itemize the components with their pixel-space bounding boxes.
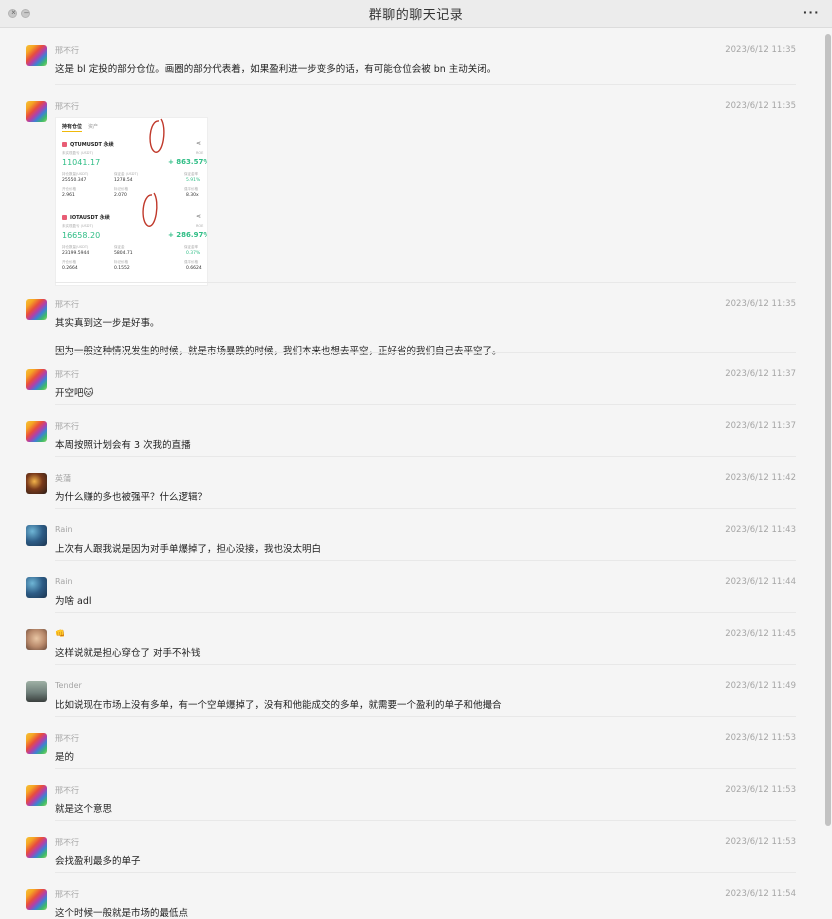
chat-message: 邢不行2023/6/12 11:35其实真到这一步是好事。因为一般这种情况发生的… xyxy=(26,283,796,357)
chat-history-window: × – 群聊的聊天记录 ··· 邢不行 2023/6/12 11:35 这是 bl … xyxy=(0,0,832,919)
sender-name: 邢不行 xyxy=(55,786,79,795)
chat-message: Rain 2023/6/12 11:43 上次有人跟我说是因为对手单爆掉了，担心没接… xyxy=(26,509,796,561)
chat-message: 邢不行 2023/6/12 11:37 开空吧🐱 xyxy=(26,353,796,405)
message-text: 其实真到这一步是好事。 xyxy=(55,318,160,329)
avatar[interactable] xyxy=(26,369,47,390)
sender-name: 邢不行 xyxy=(55,300,79,309)
message-timestamp: 2023/6/12 11:49 xyxy=(725,681,796,691)
message-list[interactable]: 邢不行 2023/6/12 11:35 这是 bl 定投的部分仓位。画圈的部分代表着… xyxy=(0,29,822,919)
message-text: 这样说就是担心穿仓了 对手不补钱 xyxy=(55,648,201,659)
sender-name: 邢不行 xyxy=(55,422,79,431)
message-timestamp: 2023/6/12 11:54 xyxy=(725,889,796,899)
scrollbar[interactable] xyxy=(825,34,831,826)
red-circle-mark xyxy=(142,192,158,227)
message-timestamp: 2023/6/12 11:53 xyxy=(725,837,796,847)
titlebar: × – 群聊的聊天记录 ··· xyxy=(0,0,832,28)
message-timestamp: 2023/6/12 11:43 xyxy=(725,525,796,535)
sender-name: 邢不行 xyxy=(55,46,79,55)
message-text: 就是这个意思 xyxy=(55,804,113,815)
chat-message: Rain 2023/6/12 11:44 为啥 adl xyxy=(26,561,796,613)
sender-name: 邢不行 xyxy=(55,102,79,111)
message-timestamp: 2023/6/12 11:37 xyxy=(725,369,796,379)
message-text: 为什么赚的多也被强平？什么逻辑？ xyxy=(55,492,208,503)
message-text: 这个时候一般就是市场的最低点 xyxy=(55,908,189,919)
message-timestamp: 2023/6/12 11:53 xyxy=(725,733,796,743)
message-timestamp: 2023/6/12 11:35 xyxy=(725,45,796,55)
minimize-icon[interactable]: – xyxy=(21,8,30,18)
message-text: 上次有人跟我说是因为对手单爆掉了，担心没接，我也没太明白 xyxy=(55,544,322,555)
sender-name: 邢不行 xyxy=(55,890,79,899)
annotation-circles xyxy=(142,118,165,227)
avatar[interactable] xyxy=(26,629,47,650)
message-text: 会找盈利最多的单子 xyxy=(55,856,141,867)
sender-name: 英蒲 xyxy=(55,474,71,483)
chat-message: 邢不行 2023/6/12 11:53 就是这个意思 xyxy=(26,769,796,821)
window-controls: × – xyxy=(8,8,30,18)
sender-name: 邢不行 xyxy=(55,838,79,847)
chat-message: 邢不行 2023/6/12 11:53 会找盈利最多的单子 xyxy=(26,821,796,873)
message-text: 比如说现在市场上没有多单，有一个空单爆掉了，没有和他能成交的多单，就需要一个盈利… xyxy=(55,700,502,711)
avatar[interactable] xyxy=(26,299,47,320)
chat-message: 邢不行 2023/6/12 11:35 持有仓位 资产 QTUMUSDT 永续 ⋖ 未实现盈… xyxy=(26,85,796,286)
avatar[interactable] xyxy=(26,785,47,806)
sender-name: 邢不行 xyxy=(55,370,79,379)
chat-message: Tender 2023/6/12 11:49 比如说现在市场上没有多单，有一个空单爆… xyxy=(26,665,796,717)
chat-message: 邢不行 2023/6/12 11:53 是的 xyxy=(26,717,796,769)
avatar[interactable] xyxy=(26,577,47,598)
message-text: 本周按照计划会有 3 次我的直播 xyxy=(55,440,191,451)
message-text: 开空吧🐱 xyxy=(55,388,94,399)
message-timestamp: 2023/6/12 11:42 xyxy=(725,473,796,483)
avatar[interactable] xyxy=(26,101,47,122)
chat-message: 👊 2023/6/12 11:45 这样说就是担心穿仓了 对手不补钱 xyxy=(26,613,796,665)
window-title: 群聊的聊天记录 xyxy=(368,8,464,23)
message-text: 这是 bl 定投的部分仓位。画圈的部分代表着，如果盈利进一步变多的话，有可能仓位… xyxy=(55,64,497,75)
avatar[interactable] xyxy=(26,473,47,494)
chat-message: 邢不行 2023/6/12 11:35 这是 bl 定投的部分仓位。画圈的部分代表着… xyxy=(26,29,796,85)
sender-name: Rain xyxy=(55,577,73,586)
avatar[interactable] xyxy=(26,889,47,910)
close-icon[interactable]: × xyxy=(8,8,17,18)
message-timestamp: 2023/6/12 11:45 xyxy=(725,629,796,639)
message-text: 为啥 adl xyxy=(55,596,92,607)
avatar[interactable] xyxy=(26,45,47,66)
message-timestamp: 2023/6/12 11:53 xyxy=(725,785,796,795)
chat-message: 邢不行 2023/6/12 11:54 这个时候一般就是市场的最低点 xyxy=(26,873,796,919)
position-screenshot-image[interactable]: 持有仓位 资产 QTUMUSDT 永续 ⋖ 未实现盈亏 (USDT) ROE 11041.1… xyxy=(55,117,208,286)
avatar[interactable] xyxy=(26,681,47,702)
avatar[interactable] xyxy=(26,421,47,442)
ellipsis-icon[interactable]: ··· xyxy=(803,4,820,20)
avatar[interactable] xyxy=(26,525,47,546)
message-timestamp: 2023/6/12 11:35 xyxy=(725,299,796,309)
sender-name: Rain xyxy=(55,525,73,534)
message-timestamp: 2023/6/12 11:37 xyxy=(725,421,796,431)
sender-name: 邢不行 xyxy=(55,734,79,743)
chat-message: 邢不行 2023/6/12 11:37 本周按照计划会有 3 次我的直播 xyxy=(26,405,796,457)
sender-name: 👊 xyxy=(55,629,65,638)
message-timestamp: 2023/6/12 11:35 xyxy=(725,101,796,111)
message-text: 是的 xyxy=(55,752,75,763)
red-circle-mark xyxy=(149,118,165,153)
sender-name: Tender xyxy=(55,681,82,690)
message-timestamp: 2023/6/12 11:44 xyxy=(725,577,796,587)
avatar[interactable] xyxy=(26,837,47,858)
chat-message: 英蒲 2023/6/12 11:42 为什么赚的多也被强平？什么逻辑？ xyxy=(26,457,796,509)
avatar[interactable] xyxy=(26,733,47,754)
